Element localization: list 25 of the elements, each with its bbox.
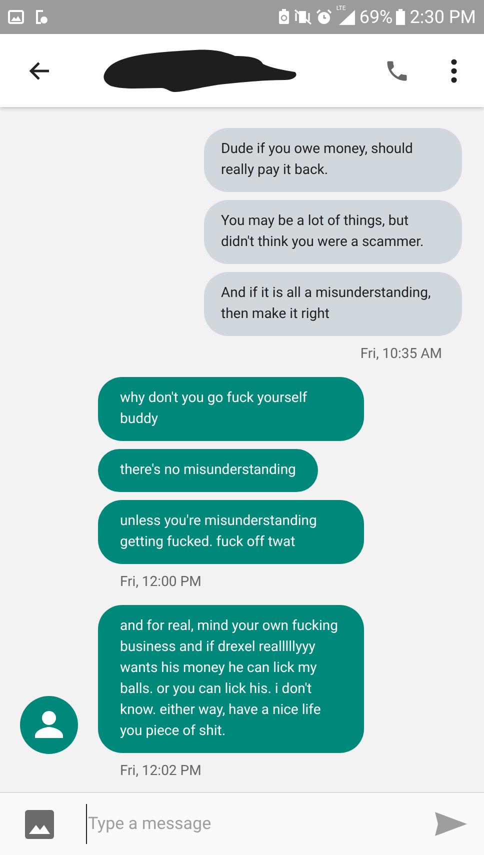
message-bubble: You may be a lot of things, but didn't think you were a scammer. [204, 200, 462, 264]
more-options-icon[interactable] [450, 58, 458, 82]
vibrate-mute-icon [294, 9, 312, 25]
clock: 2:30 PM [410, 6, 476, 30]
message-bubble: And if it is all a misunderstanding, then make it right [204, 272, 462, 336]
screenshot-icon [34, 9, 48, 25]
battery-saver-icon [278, 9, 290, 25]
send-icon[interactable] [434, 811, 468, 837]
battery-percentage: 69% [359, 6, 393, 30]
avatar[interactable] [20, 696, 78, 754]
alarm-icon [316, 9, 332, 25]
message-bubble: why don't you go fuck yourself buddy [98, 377, 364, 441]
message-input[interactable]: Type a message [86, 804, 424, 844]
message-bubble: there's no misunderstanding [98, 449, 318, 492]
message-bubble: unless you're misunderstanding getting fucked. fuck off twat [98, 500, 364, 564]
timestamp: Fri, 12:02 PM [120, 762, 202, 781]
back-icon[interactable] [28, 60, 50, 80]
composer-bar[interactable]: Type a message [0, 792, 484, 855]
image-icon [8, 10, 24, 24]
message-bubble: Dude if you owe money, should really pay it back. [204, 128, 462, 192]
message-bubble: and for real, mind your own fucking business and if drexel realllllyyy wants his money he can lick my balls. or you can lick his. i don't know. either way, have a nice life you piece of shit. [98, 605, 364, 753]
battery-icon [396, 9, 405, 25]
timestamp: Fri, 10:35 AM [360, 345, 442, 364]
timestamp: Fri, 12:00 PM [120, 573, 202, 592]
image-icon[interactable] [25, 810, 54, 838]
